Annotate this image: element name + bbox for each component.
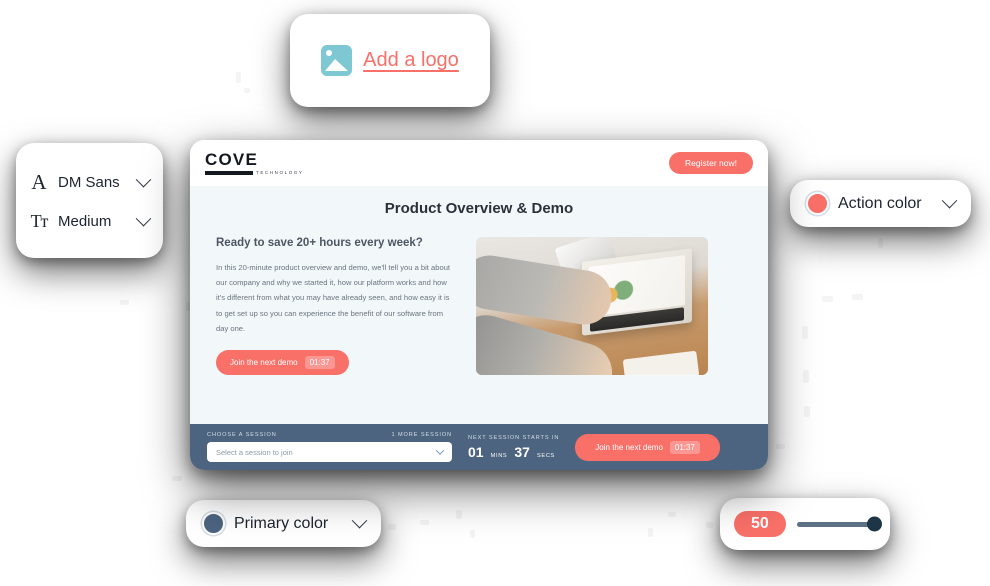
join-next-demo-label: Join the next demo	[230, 357, 298, 367]
decorative-particle	[120, 300, 129, 305]
decorative-particle	[236, 72, 241, 83]
countdown-group: NEXT SESSION STARTS IN 01 MINS 37 SECS	[468, 435, 559, 460]
action-color-card[interactable]: Action color	[790, 180, 971, 227]
session-selector-group: CHOOSE A SESSION 1 MORE SESSION Select a…	[207, 432, 452, 462]
letter-a-icon: A	[31, 169, 47, 194]
next-session-label: NEXT SESSION STARTS IN	[468, 434, 560, 441]
chevron-down-icon[interactable]	[351, 512, 368, 529]
more-sessions-label: 1 MORE SESSION	[391, 432, 452, 438]
countdown-minutes-unit: MINS	[490, 452, 508, 459]
decorative-particle	[648, 528, 653, 537]
add-logo-label[interactable]: Add a logo	[363, 49, 459, 72]
chevron-down-icon[interactable]	[135, 171, 152, 187]
action-color-label: Action color	[838, 194, 922, 212]
chevron-down-icon[interactable]	[435, 446, 445, 455]
countdown-seconds: 37	[514, 443, 530, 460]
brand-rule: TECHNOLOGY	[205, 170, 304, 175]
footer-join-next-demo-button[interactable]: Join the next demo 01:37	[575, 433, 720, 461]
decorative-particle	[456, 510, 462, 519]
notebook-in-photo	[622, 350, 700, 375]
session-labels-row: CHOOSE A SESSION 1 MORE SESSION	[207, 432, 452, 438]
decorative-particle	[878, 238, 883, 248]
team-working-on-laptop-photo	[476, 237, 708, 375]
slider-value-badge: 50	[734, 511, 786, 537]
app-header: COVE TECHNOLOGY Register now!	[190, 140, 768, 186]
brand-logo: COVE TECHNOLOGY	[205, 151, 304, 175]
join-next-demo-button[interactable]: Join the next demo 01:37	[216, 349, 349, 375]
primary-color-card[interactable]: Primary color	[186, 500, 381, 547]
decorative-particle	[388, 524, 396, 530]
add-logo-card[interactable]: Add a logo	[290, 14, 490, 107]
app-footer: CHOOSE A SESSION 1 MORE SESSION Select a…	[190, 424, 768, 470]
font-weight-selector[interactable]: Tᴛ Medium	[30, 210, 152, 232]
decorative-particle	[244, 88, 250, 93]
decorative-particle	[420, 520, 429, 525]
decorative-particle	[852, 294, 863, 300]
session-select[interactable]: Select a session to join	[207, 442, 452, 462]
decorative-particle	[172, 476, 182, 481]
copy-column: Ready to save 20+ hours every week? In t…	[216, 237, 454, 375]
footer-join-next-demo-label: Join the next demo	[595, 442, 663, 452]
action-color-swatch[interactable]	[806, 192, 829, 215]
decorative-particle	[470, 530, 475, 538]
session-select-placeholder: Select a session to join	[216, 447, 293, 457]
image-placeholder-icon	[321, 45, 353, 76]
text-size-icon: Tᴛ	[30, 210, 49, 231]
decorative-particle	[668, 512, 676, 517]
brand-name: COVE	[205, 150, 258, 169]
slider-handle[interactable]	[867, 516, 882, 532]
page-title: Product Overview & Demo	[384, 200, 574, 217]
decorative-particle	[803, 370, 809, 383]
register-now-button[interactable]: Register now!	[669, 152, 753, 174]
canvas: Add a logo A DM Sans Tᴛ Medium Action co…	[0, 0, 990, 586]
primary-color-label: Primary color	[234, 514, 329, 532]
countdown-timer: 01 MINS 37 SECS	[468, 444, 559, 460]
chevron-down-icon[interactable]	[135, 210, 152, 226]
choose-session-label: CHOOSE A SESSION	[207, 432, 277, 438]
decorative-particle	[706, 522, 713, 528]
font-family-selector[interactable]: A DM Sans	[30, 169, 152, 195]
slider-track[interactable]	[796, 516, 882, 532]
decorative-particle	[802, 326, 808, 339]
primary-color-swatch[interactable]	[202, 512, 225, 535]
decorative-particle	[776, 444, 785, 449]
app-window: COVE TECHNOLOGY Register now! Product Ov…	[190, 140, 768, 470]
countdown-minutes: 01	[468, 443, 484, 460]
decorative-particle	[804, 406, 810, 417]
countdown-seconds-unit: SECS	[536, 452, 555, 459]
brand-subtitle: TECHNOLOGY	[256, 170, 304, 175]
app-body: Product Overview & Demo Ready to save 20…	[190, 186, 768, 424]
body-paragraph: In this 20-minute product overview and d…	[216, 263, 451, 333]
slider-card: 50	[720, 498, 890, 550]
decorative-particle	[822, 296, 833, 302]
subheading: Ready to save 20+ hours every week?	[216, 237, 423, 249]
content-row: Ready to save 20+ hours every week? In t…	[216, 237, 742, 375]
brand-underline-bar	[205, 170, 253, 175]
chevron-down-icon[interactable]	[941, 192, 958, 209]
font-weight-value: Medium	[58, 212, 112, 230]
font-family-value: DM Sans	[58, 173, 120, 191]
footer-join-next-demo-timer: 01:37	[669, 440, 700, 454]
font-settings-card: A DM Sans Tᴛ Medium	[16, 143, 163, 258]
join-next-demo-timer: 01:37	[304, 355, 335, 369]
